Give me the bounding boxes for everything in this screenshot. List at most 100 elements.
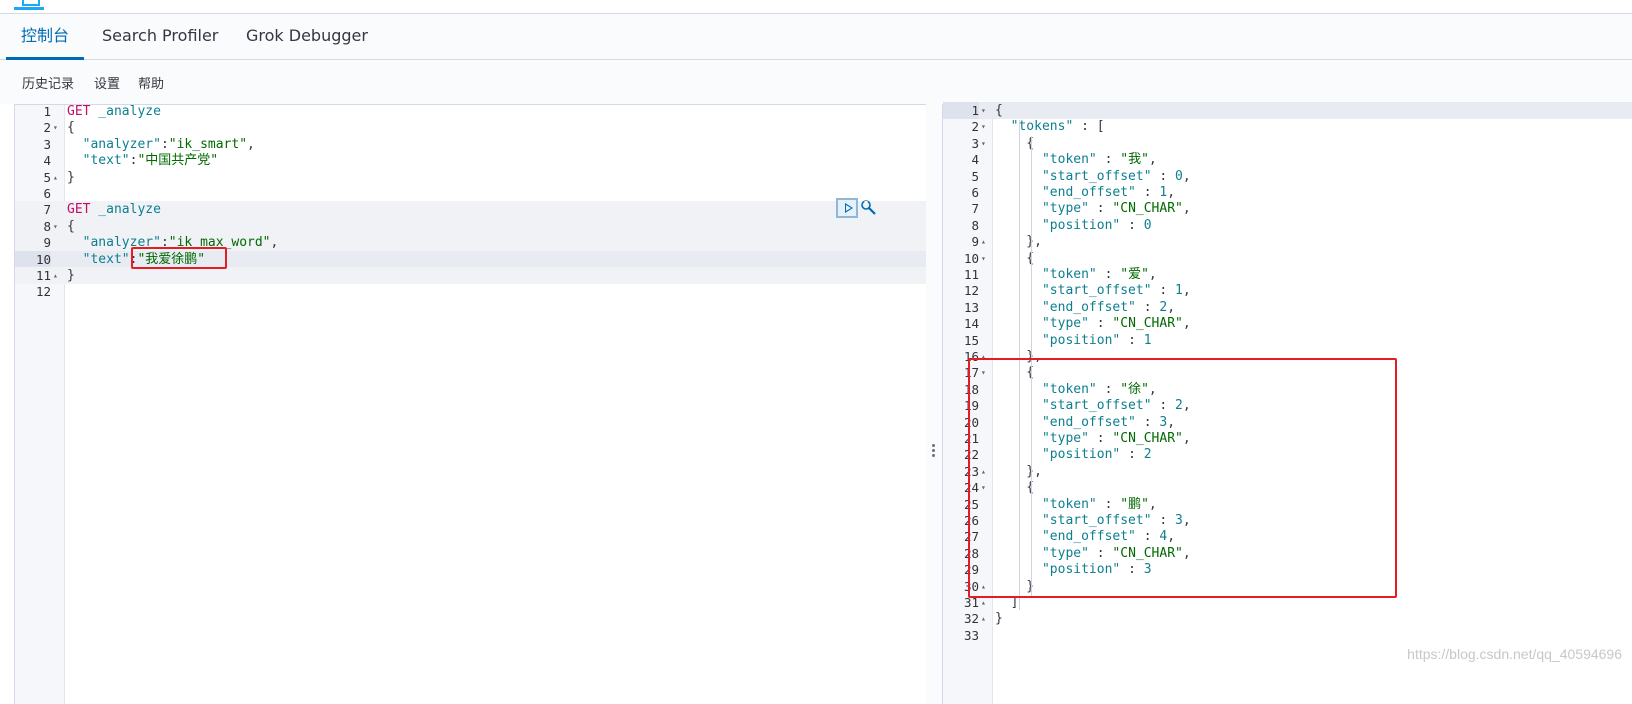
- code-text: "type" : "CN_CHAR",: [995, 430, 1191, 447]
- line-number: 25: [963, 496, 979, 512]
- fold-arrow-icon[interactable]: ▾: [53, 119, 63, 136]
- code-line: 1 GET _analyze: [15, 103, 926, 120]
- code-token: "position": [1041, 562, 1121, 578]
- tab-bar: 控制台 Search Profiler Grok Debugger: [0, 14, 1632, 60]
- code-token: ,: [1148, 496, 1157, 512]
- fold-arrow-icon[interactable]: ▾: [53, 218, 63, 235]
- tab-console[interactable]: 控制台: [6, 14, 85, 60]
- code-text: {: [995, 364, 1034, 381]
- line-number: 1: [943, 102, 979, 119]
- code-line: 7 "type" : "CN_CHAR",: [943, 200, 1632, 217]
- code-token: ,: [1148, 267, 1157, 282]
- fold-arrow-icon[interactable]: ▾: [981, 118, 991, 135]
- code-token: ]: [995, 595, 1019, 610]
- unfold-arrow-icon[interactable]: ▴: [981, 463, 991, 480]
- code-token: "position": [1041, 447, 1121, 463]
- code-token: :: [1088, 545, 1113, 561]
- unfold-arrow-icon[interactable]: ▴: [53, 169, 63, 186]
- code-text: }: [67, 169, 75, 186]
- code-line: 4 "token" : "我",: [943, 151, 1632, 168]
- code-line: 9 ▴ },: [943, 233, 1632, 250]
- indent-guide: [1019, 120, 1020, 610]
- send-request-button[interactable]: [836, 198, 858, 218]
- fold-arrow-icon[interactable]: ▾: [981, 135, 991, 152]
- code-token: "end_offset": [1041, 529, 1136, 545]
- code-text: "start_offset" : 2,: [995, 397, 1191, 414]
- line-number: 9: [43, 235, 51, 251]
- line-number: 2: [43, 120, 51, 136]
- unfold-arrow-icon[interactable]: ▴: [981, 610, 991, 627]
- line-number: 14: [963, 316, 979, 332]
- fold-arrow-icon[interactable]: ▾: [981, 250, 991, 267]
- panel-resizer[interactable]: [926, 104, 942, 704]
- code-token: :: [1120, 447, 1144, 463]
- code-token: }: [995, 611, 1003, 627]
- code-text: {: [995, 135, 1034, 152]
- code-line: 5 "start_offset" : 0,: [943, 168, 1632, 185]
- code-token: :: [1120, 562, 1144, 578]
- code-token: :: [1135, 414, 1160, 430]
- line-number: 15: [963, 332, 979, 348]
- line-number: 6: [971, 185, 979, 200]
- line-number: 12: [35, 284, 51, 300]
- code-token: }: [67, 268, 75, 283]
- unfold-arrow-icon[interactable]: ▴: [981, 578, 991, 595]
- line-number: 4: [971, 152, 979, 168]
- code-text: "type" : "CN_CHAR",: [995, 200, 1191, 217]
- fold-arrow-icon[interactable]: ▾: [981, 364, 991, 381]
- code-token: 1: [1175, 283, 1183, 299]
- line-number: 30: [963, 578, 979, 594]
- code-token: GET: [67, 104, 91, 119]
- code-token: :: [1135, 529, 1160, 545]
- code-text: "analyzer":"ik_smart",: [67, 136, 255, 153]
- code-token: "position": [1041, 332, 1121, 348]
- code-line: 3 ▾ {: [943, 135, 1632, 152]
- code-token: :: [160, 235, 169, 251]
- code-token: "type": [1041, 316, 1089, 332]
- code-token: {: [67, 218, 75, 234]
- help-menu-item[interactable]: 帮助: [138, 73, 164, 92]
- code-text: ]: [995, 594, 1019, 611]
- code-line: 3 "analyzer":"ik_smart",: [15, 136, 926, 153]
- line-number: 6: [43, 186, 51, 201]
- code-text: {: [995, 479, 1034, 496]
- line-number: 22: [963, 447, 979, 463]
- tab-search-profiler[interactable]: Search Profiler: [102, 14, 218, 60]
- unfold-arrow-icon[interactable]: ▴: [981, 594, 991, 611]
- code-line: 20 "end_offset" : 3,: [943, 414, 1632, 431]
- code-token: "end_offset": [1041, 299, 1136, 315]
- code-line: 11 ▴}: [15, 267, 926, 284]
- code-token: "中国共产党": [137, 153, 219, 169]
- fold-arrow-icon[interactable]: ▾: [981, 102, 991, 119]
- wrench-icon[interactable]: [860, 199, 878, 217]
- response-viewer: 1 ▾{2 ▾ "tokens" : [3 ▾ {4 "token" : "我", 5 …: [942, 102, 1632, 704]
- code-line: 7 GET _analyze: [15, 201, 926, 219]
- code-token: "token": [1041, 496, 1097, 512]
- code-line: 22 "position" : 2: [943, 446, 1632, 463]
- code-token: "start_offset": [1041, 283, 1152, 299]
- settings-menu-item[interactable]: 设置: [94, 73, 120, 92]
- code-line: 8 "position" : 0: [943, 217, 1632, 234]
- line-number: 26: [963, 513, 979, 528]
- line-number: 19: [963, 398, 979, 414]
- fold-arrow-icon[interactable]: ▾: [981, 479, 991, 496]
- history-menu-item[interactable]: 历史记录: [22, 73, 74, 92]
- indent-guide: [1031, 136, 1032, 596]
- code-text: GET _analyze: [67, 201, 161, 218]
- unfold-arrow-icon[interactable]: ▴: [981, 233, 991, 250]
- code-token: 3: [1143, 562, 1152, 578]
- unfold-arrow-icon[interactable]: ▴: [53, 267, 63, 284]
- code-line: 30 ▴ }: [943, 578, 1632, 595]
- code-token: ,: [1182, 168, 1191, 184]
- code-token: "ik_max_word": [168, 235, 271, 251]
- menu-icon[interactable]: [14, 0, 44, 10]
- unfold-arrow-icon[interactable]: ▴: [981, 348, 991, 365]
- code-line: 31 ▴ ]: [943, 594, 1632, 611]
- request-editor[interactable]: 1 GET _analyze 2 ▾{3 "analyzer":"ik_smart",…: [14, 104, 926, 704]
- code-line: 23 ▴ },: [943, 463, 1632, 480]
- tab-grok-debugger[interactable]: Grok Debugger: [246, 14, 368, 60]
- code-text: }: [67, 267, 75, 284]
- code-line: 25 "token" : "鹏",: [943, 496, 1632, 513]
- code-text: "end_offset" : 2,: [995, 299, 1175, 316]
